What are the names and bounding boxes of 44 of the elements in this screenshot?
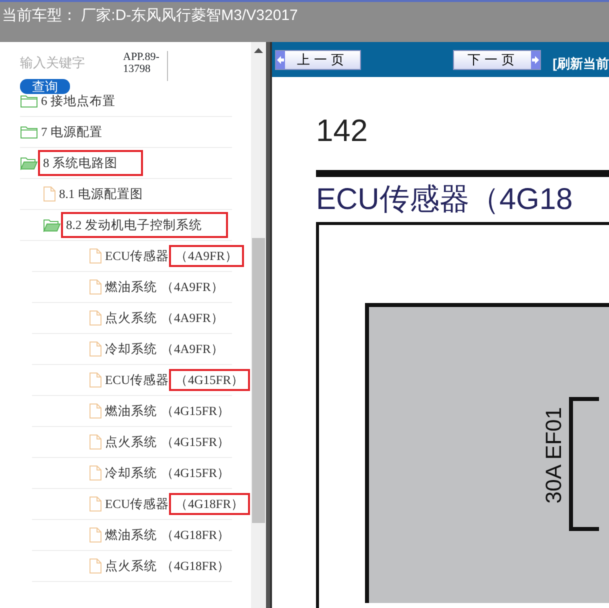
tree-item[interactable]: ECU传感器 （4G18FR） (102, 492, 254, 516)
highlight-box: （4G18FR） (169, 492, 250, 515)
tree-item[interactable]: 8 系统电路图 (38, 150, 144, 176)
tree-item[interactable]: 点火系统 （4A9FR） (102, 306, 231, 330)
next-page-button[interactable]: 下一页 (452, 50, 541, 70)
document-icon (89, 496, 102, 512)
tree-item[interactable]: 8.1 电源配置图 (56, 182, 146, 206)
scroll-up-icon[interactable] (254, 48, 263, 53)
window-title: 当前车型： 厂家:D-东风风行菱智M3/V32017 (0, 0, 609, 42)
highlight-box: （4G15FR） (169, 368, 250, 391)
document-icon (43, 186, 56, 202)
page-number: 142 (316, 115, 369, 146)
tree-item[interactable]: ECU传感器 （4A9FR） (102, 244, 247, 268)
tree-item[interactable]: 点火系统 （4G18FR） (102, 554, 238, 578)
scrollbar[interactable] (251, 42, 266, 608)
document-icon (89, 465, 102, 481)
fuse-label: 30A EF01 (543, 407, 565, 504)
highlight-box: （4A9FR） (169, 244, 244, 267)
tree-item[interactable]: ECU传感器 （4G15FR） (102, 368, 254, 392)
tree-item[interactable]: 冷却系统 （4A9FR） (102, 338, 231, 360)
document-icon (89, 403, 102, 419)
scroll-thumb[interactable] (252, 238, 265, 523)
document-icon (89, 341, 102, 357)
tree-item[interactable]: 冷却系统 （4G15FR） (102, 462, 238, 484)
document-icon (89, 248, 102, 264)
document-icon (89, 310, 102, 326)
left-arrow-icon (277, 56, 284, 64)
document-icon (89, 372, 102, 388)
document-icon (89, 527, 102, 543)
tree-item[interactable]: 7 电源配置 (38, 120, 106, 144)
document-icon (89, 558, 102, 574)
tree-item[interactable]: 8.2 发动机电子控制系统 (61, 212, 228, 238)
document-icon (89, 279, 102, 295)
diagram-title: ECU传感器（4G18 (316, 183, 574, 216)
previous-page-button[interactable]: 上一页 (275, 50, 361, 70)
right-arrow-icon (532, 56, 539, 64)
search-button[interactable]: 查询 (20, 79, 70, 94)
tree-item[interactable]: 点火系统 （4G15FR） (102, 430, 238, 454)
tree-item[interactable]: 燃油系统 （4G18FR） (102, 524, 238, 546)
app-code: APP.89-13798 (123, 51, 168, 81)
tree-item[interactable]: 燃油系统 （4A9FR） (102, 276, 231, 298)
refresh-link[interactable]: [刷新当前 (552, 54, 609, 74)
document-icon (89, 434, 102, 450)
tree-item[interactable]: 燃油系统 （4G15FR） (102, 400, 238, 422)
